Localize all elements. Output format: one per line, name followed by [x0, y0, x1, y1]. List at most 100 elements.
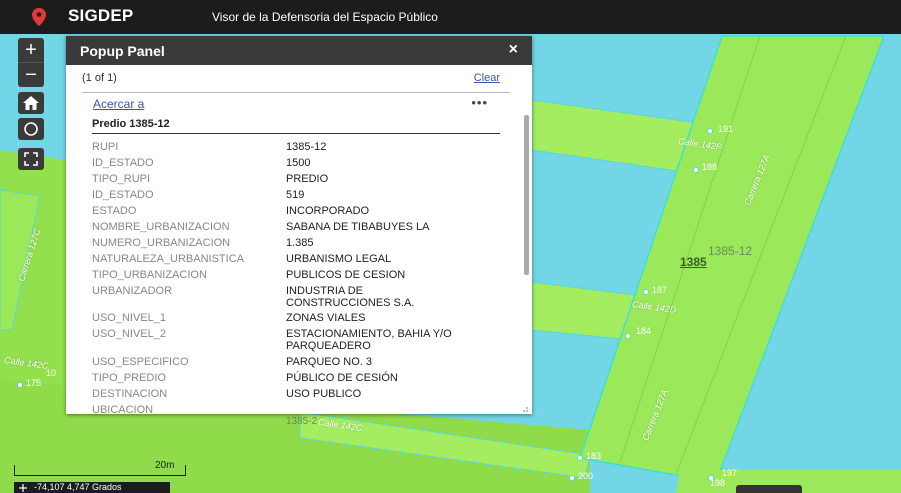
table-row: USO_ESPECIFICO PARQUEO NO. 3: [92, 356, 512, 372]
coordinates-readout: -74,107 4,747 Grados: [34, 482, 122, 492]
attribute-value: 1500: [286, 157, 311, 169]
attribute-key: URBANIZADOR: [92, 285, 173, 297]
vertex-label-187: 187: [652, 285, 668, 295]
table-row: ID_ESTADO 1500: [92, 157, 512, 173]
attribute-value: PARQUEO NO. 3: [286, 356, 372, 368]
resize-handle-icon[interactable]: [520, 404, 528, 412]
table-row: TIPO_PREDIO PÚBLICO DE CESIÓN: [92, 372, 512, 388]
plus-icon: +: [25, 38, 37, 61]
popup-panel: Popup Panel × (1 of 1) Clear Acercar a •…: [66, 36, 532, 414]
attribute-value: 1385-12: [286, 141, 327, 153]
table-row: NOMBRE_URBANIZACION SABANA DE TIBABUYES …: [92, 221, 512, 237]
attribute-value: URBANISMO LEGAL: [286, 253, 392, 265]
home-button[interactable]: [18, 92, 44, 114]
table-row: UBICACION: [92, 404, 512, 414]
table-row: NATURALEZA_URBANISTICA URBANISMO LEGAL: [92, 253, 512, 269]
home-icon: [23, 96, 39, 110]
table-row: USO_NIVEL_2 ESTACIONAMIENTO, BAHIA Y/O P…: [92, 328, 512, 356]
zoom-out-button[interactable]: −: [18, 62, 44, 87]
divider: [92, 133, 500, 134]
popup-body[interactable]: (1 of 1) Clear Acercar a ••• Predio 1385…: [66, 65, 532, 414]
vertex-label-191: 191: [718, 124, 734, 134]
table-row: USO_NIVEL_1 ZONAS VIALES: [92, 312, 512, 328]
vertex-label-198: 198: [710, 478, 726, 488]
vertex-label-188: 188: [702, 162, 718, 172]
table-row: NUMERO_URBANIZACION 1.385: [92, 237, 512, 253]
table-row: DESTINACION USO PUBLICO: [92, 388, 512, 404]
app-title: SIGDEP: [68, 6, 134, 25]
minus-icon: −: [25, 63, 37, 86]
vertex-label-200: 200: [578, 471, 594, 481]
vertex-label-197: 197: [722, 468, 738, 478]
table-row: TIPO_URBANIZACION PUBLICOS DE CESION: [92, 269, 512, 285]
table-row: TIPO_RUPI PREDIO: [92, 173, 512, 189]
attribute-key: USO_ESPECIFICO: [92, 356, 189, 368]
feature-count: (1 of 1): [82, 72, 117, 84]
attribute-value: [286, 404, 506, 414]
app-header: SIGDEP Visor de la Defensoria del Espaci…: [0, 0, 901, 34]
attribute-key: ID_ESTADO: [92, 189, 154, 201]
table-row: URBANIZADOR INDUSTRIA DE CONSTRUCCIONES …: [92, 285, 512, 312]
vertex-label-183: 183: [586, 451, 602, 461]
attribute-value: PUBLICOS DE CESION: [286, 269, 406, 281]
attribute-key: ESTADO: [92, 205, 137, 217]
attribute-key: NUMERO_URBANIZACION: [92, 237, 231, 249]
coordinates-bar: -74,107 4,747 Grados: [14, 482, 170, 493]
app-subtitle: Visor de la Defensoria del Espacio Públi…: [212, 10, 438, 24]
table-row: ID_ESTADO 519: [92, 189, 512, 205]
scale-label: 20m: [155, 460, 175, 471]
clear-link[interactable]: Clear: [474, 72, 500, 84]
table-row: RUPI 1385-12: [92, 141, 512, 157]
attribute-key: NATURALEZA_URBANISTICA: [92, 253, 244, 265]
attribute-table: RUPI 1385-12 ID_ESTADO 1500 TIPO_RUPI PR…: [92, 141, 512, 414]
vertex-191: [707, 128, 713, 134]
zoom-to-link[interactable]: Acercar a: [93, 97, 144, 111]
locate-button[interactable]: [18, 118, 44, 140]
attribute-value: SABANA DE TIBABUYES LA: [286, 221, 430, 233]
vertex-183: [577, 455, 583, 461]
attribute-value: 519: [286, 189, 305, 201]
popup-header: Popup Panel ×: [66, 36, 532, 65]
bottom-right-button[interactable]: [736, 485, 802, 493]
locate-icon: [24, 122, 38, 136]
vertex-175: [17, 382, 23, 388]
attribute-key: TIPO_PREDIO: [92, 372, 166, 384]
popup-title: Popup Panel: [80, 43, 165, 59]
coordinates-icon[interactable]: [19, 483, 27, 492]
attribute-value: ESTACIONAMIENTO, BAHIA Y/O PARQUEADERO: [286, 328, 452, 352]
attribute-key: DESTINACION: [92, 388, 168, 400]
attribute-value: 1.385: [286, 237, 314, 249]
lot-label: 1385-12: [708, 244, 753, 258]
attribute-value: ZONAS VIALES: [286, 312, 366, 324]
attribute-key: RUPI: [92, 141, 119, 153]
attribute-key: TIPO_RUPI: [92, 173, 151, 185]
attribute-value: PÚBLICO DE CESIÓN: [286, 372, 398, 384]
popup-scrollbar[interactable]: [524, 115, 529, 275]
attribute-key: USO_NIVEL_1: [92, 312, 166, 324]
close-icon[interactable]: ×: [509, 41, 518, 59]
attribute-value: INDUSTRIA DE CONSTRUCCIONES S.A.: [286, 285, 415, 309]
lot-label-bold: 1385: [680, 255, 707, 269]
zoom-in-button[interactable]: +: [18, 38, 44, 62]
map-pin-logo-icon: [32, 8, 46, 26]
feature-title: Predio 1385-12: [92, 118, 170, 130]
fullscreen-button[interactable]: [18, 148, 44, 170]
fullscreen-icon: [24, 152, 38, 166]
lot-label-bottom: 1385-2: [286, 416, 318, 427]
vertex-187: [643, 289, 649, 295]
divider: [82, 92, 510, 93]
attribute-value: PREDIO: [286, 173, 329, 185]
attribute-key: NOMBRE_URBANIZACION: [92, 221, 230, 233]
vertex-label-184: 184: [636, 326, 652, 336]
table-row: ESTADO INCORPORADO: [92, 205, 512, 221]
more-options-icon[interactable]: •••: [471, 95, 488, 110]
attribute-key: USO_NIVEL_2: [92, 328, 166, 340]
attribute-key: UBICACION: [92, 404, 154, 414]
attribute-value: USO PUBLICO: [286, 388, 362, 400]
attribute-value: INCORPORADO: [286, 205, 370, 217]
vertex-184: [625, 333, 631, 339]
vertex-label-175: 175: [26, 378, 42, 388]
vertex-label-10: 10: [46, 368, 57, 378]
vertex-188: [693, 167, 699, 173]
attribute-key: TIPO_URBANIZACION: [92, 269, 207, 281]
